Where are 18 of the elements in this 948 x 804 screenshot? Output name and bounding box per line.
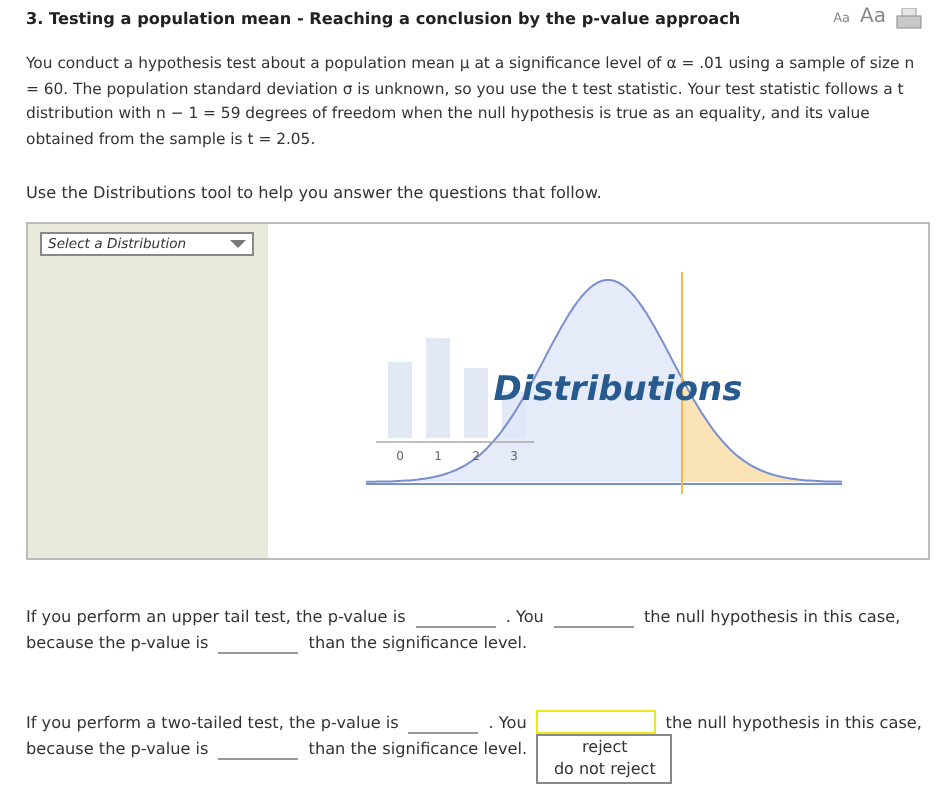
question-text: the null hypothesis in this case, [665, 710, 922, 735]
text-size-button[interactable]: Aa [860, 8, 886, 28]
answer-dropdown[interactable] [536, 710, 656, 735]
question-text: If you perform an upper tail test, the p-value is [26, 604, 406, 629]
instruction-text: Use the Distributions tool to help you answer the questions that follow. [26, 180, 604, 205]
question-text: . You [505, 604, 544, 629]
print-icon[interactable] [896, 7, 922, 29]
question-text: than the significance level. [308, 630, 528, 655]
question-text: than the significance level. [308, 736, 528, 761]
dropdown-option[interactable]: do not reject [553, 759, 656, 781]
question-text: because the p-value is [26, 630, 209, 655]
question-text: If you perform a two-tailed test, the p-value is [26, 710, 399, 735]
question-text: . You [488, 710, 527, 735]
question-text: because the p-value is [26, 736, 209, 761]
dropdown-option[interactable]: reject [582, 738, 628, 760]
question-text: the null hypothesis in this case, [643, 604, 901, 629]
caret-icon [230, 240, 246, 249]
question-title: 3. Testing a population mean - Reaching a conclusion by the p-value approach [26, 5, 741, 31]
